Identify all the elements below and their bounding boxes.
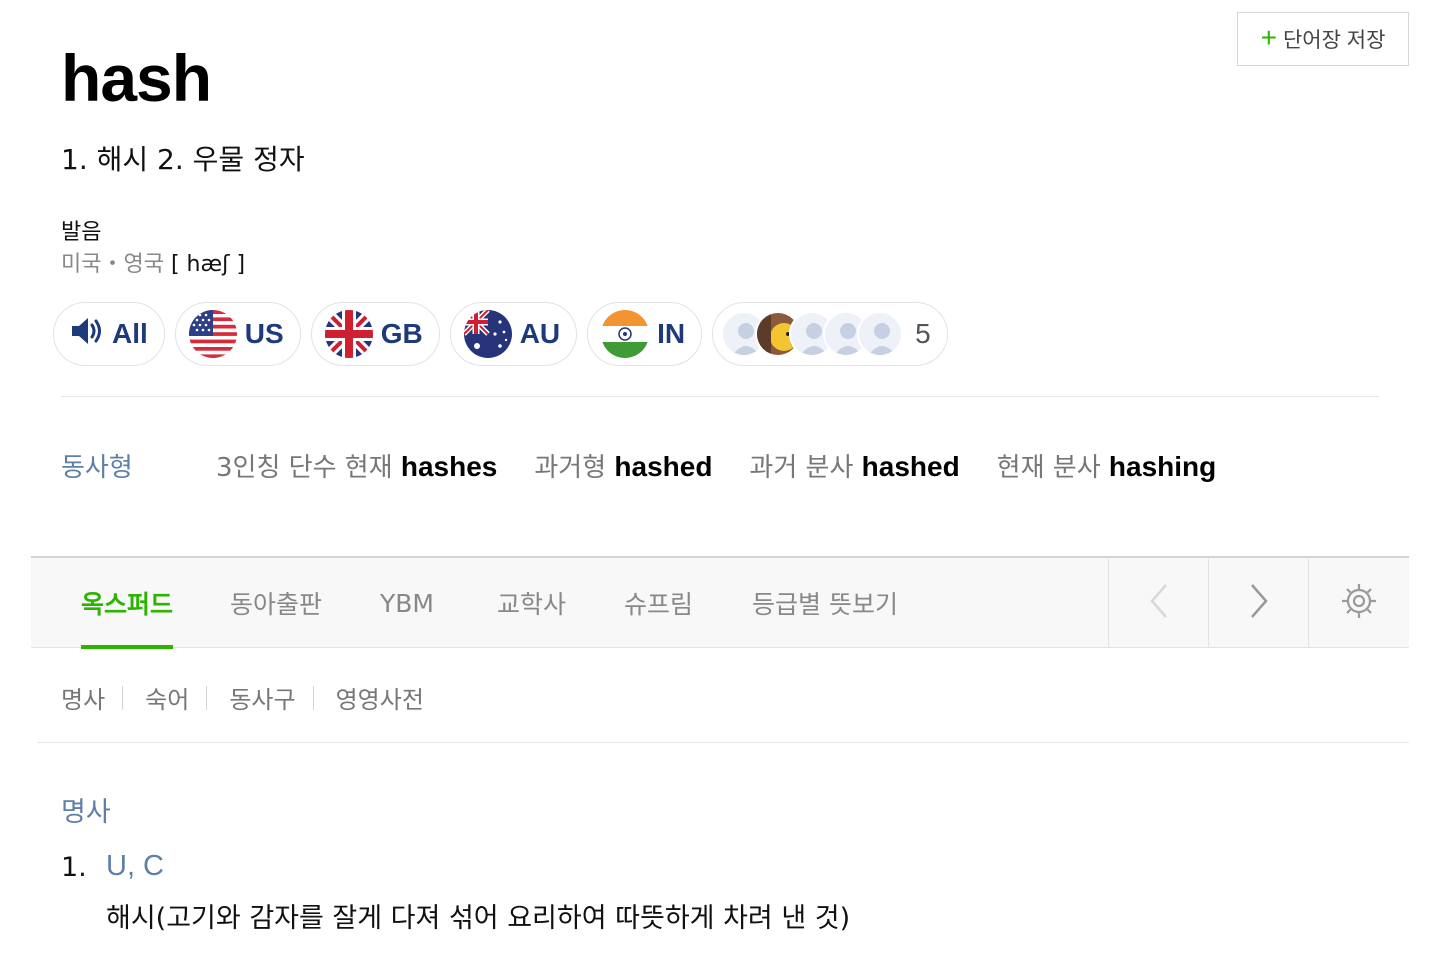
us-flag-icon bbox=[188, 310, 237, 358]
play-all-label: All bbox=[112, 318, 148, 349]
verb-form-item: 과거 분사 hashed bbox=[749, 447, 959, 484]
pos-links: 명사 숙어 동사구 영영사전 bbox=[61, 680, 424, 715]
play-in-label: IN bbox=[657, 318, 686, 349]
tab-oxford[interactable]: 옥스퍼드 bbox=[81, 558, 174, 649]
summary-meanings: 1. 해시 2. 우물 정자 bbox=[61, 143, 305, 176]
speaker-icon bbox=[70, 316, 104, 353]
gear-icon bbox=[1340, 582, 1378, 624]
user-pronunciations-button[interactable]: 5 bbox=[712, 302, 948, 366]
verb-form-item: 과거형 hashed bbox=[534, 447, 712, 484]
verb-form-name: 3인칭 단수 현재 bbox=[216, 453, 393, 483]
pronunciation-buttons: All US GB AU IN 5 bbox=[53, 302, 948, 366]
verb-forms: 동사형 3인칭 단수 현재 hashes 과거형 hashed 과거 분사 ha… bbox=[61, 447, 1253, 484]
play-all-button[interactable]: All bbox=[53, 302, 165, 366]
verb-form-item: 3인칭 단수 현재 hashes bbox=[216, 447, 497, 484]
avatar-icon bbox=[857, 311, 904, 357]
pronunciation-ipa: [ hæʃ ] bbox=[170, 252, 246, 277]
play-us-label: US bbox=[244, 318, 284, 349]
tab-donga[interactable]: 동아출판 bbox=[230, 558, 322, 648]
play-au-label: AU bbox=[519, 318, 561, 349]
gb-flag-icon bbox=[324, 310, 373, 358]
au-flag-icon bbox=[463, 310, 512, 358]
separator bbox=[312, 685, 314, 710]
sense-grammar: U, C bbox=[106, 850, 164, 882]
divider bbox=[61, 396, 1379, 397]
tab-level-meanings[interactable]: 등급별 뜻보기 bbox=[752, 558, 898, 648]
play-au-button[interactable]: AU bbox=[449, 302, 578, 366]
separator bbox=[206, 685, 208, 710]
settings-button[interactable] bbox=[1308, 558, 1408, 648]
in-flag-icon bbox=[601, 310, 650, 358]
verb-form-name: 과거형 bbox=[534, 453, 607, 483]
pronunciation-line: 미국・영국 [ hæʃ ] bbox=[61, 246, 245, 278]
sense-definition: 해시(고기와 감자를 잘게 다져 섞어 요리하여 따뜻하게 차려 낸 것) bbox=[106, 903, 851, 934]
verb-form-name: 과거 분사 bbox=[749, 453, 854, 483]
save-to-wordbook-button[interactable]: + 단어장 저장 bbox=[1237, 12, 1409, 66]
tab-kyohaksa[interactable]: 교학사 bbox=[497, 558, 566, 648]
tab-supreme[interactable]: 슈프림 bbox=[624, 558, 693, 648]
verb-forms-label: 동사형 bbox=[61, 453, 133, 483]
play-gb-button[interactable]: GB bbox=[310, 302, 440, 366]
user-avatars bbox=[721, 311, 904, 357]
separator bbox=[122, 685, 124, 710]
user-pronunciation-count: 5 bbox=[915, 318, 931, 349]
verb-form-name: 현재 분사 bbox=[996, 453, 1101, 483]
chevron-right-icon bbox=[1248, 583, 1270, 623]
pos-link-noun[interactable]: 명사 bbox=[61, 680, 105, 715]
dictionary-tabs: 옥스퍼드 동아출판 YBM 교학사 슈프림 등급별 뜻보기 bbox=[31, 556, 1409, 649]
pos-link-phrasal-verb[interactable]: 동사구 bbox=[229, 680, 295, 715]
tab-ybm[interactable]: YBM bbox=[380, 558, 434, 648]
next-tab-button[interactable] bbox=[1208, 558, 1308, 648]
verb-form-item: 현재 분사 hashing bbox=[997, 447, 1217, 484]
divider bbox=[37, 742, 1409, 743]
save-to-wordbook-label: 단어장 저장 bbox=[1282, 29, 1386, 52]
verb-form-word[interactable]: hashing bbox=[1109, 451, 1216, 482]
verb-form-word[interactable]: hashed bbox=[614, 451, 712, 482]
pronunciation-title: 발음 bbox=[61, 220, 102, 245]
play-us-button[interactable]: US bbox=[174, 302, 301, 366]
pronunciation-region: 미국・영국 bbox=[61, 252, 164, 277]
verb-form-word[interactable]: hashed bbox=[862, 451, 960, 482]
verb-form-word[interactable]: hashes bbox=[401, 451, 498, 482]
section-pos-title: 명사 bbox=[61, 797, 111, 828]
play-in-button[interactable]: IN bbox=[587, 302, 703, 366]
play-gb-label: GB bbox=[380, 318, 423, 349]
pos-link-idiom[interactable]: 숙어 bbox=[145, 680, 189, 715]
prev-tab-button[interactable] bbox=[1108, 558, 1208, 648]
chevron-left-icon bbox=[1148, 583, 1170, 623]
sense-number: 1. bbox=[61, 852, 87, 883]
pos-link-english-dictionary[interactable]: 영영사전 bbox=[336, 680, 424, 715]
plus-icon: + bbox=[1260, 21, 1277, 53]
headword: hash bbox=[61, 41, 212, 115]
